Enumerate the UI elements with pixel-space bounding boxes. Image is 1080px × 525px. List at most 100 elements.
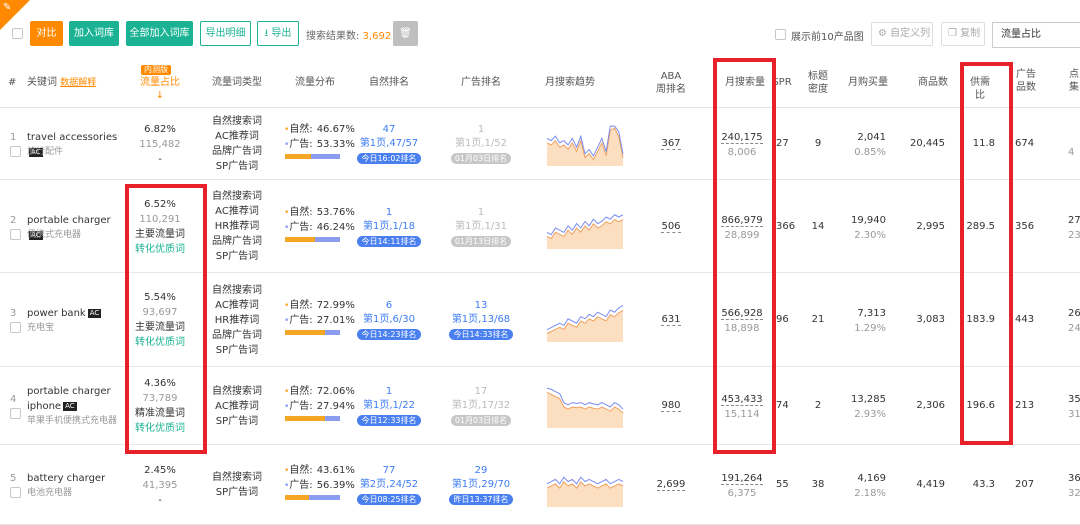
select-all-checkbox[interactable] xyxy=(12,28,23,39)
click-value-sub: 4 xyxy=(1068,147,1075,158)
monthly-trend-sparkline[interactable] xyxy=(545,120,625,168)
natural-rank-number[interactable]: 47 xyxy=(355,122,423,137)
copy-icon: ❐ xyxy=(948,28,957,39)
custom-columns-button[interactable]: ⚙ 自定义列 xyxy=(871,22,933,46)
header-ad-line2: 品数 xyxy=(1016,82,1036,93)
ad-rank-page: 第1页,1/31 xyxy=(455,220,507,232)
export-button[interactable]: ⭳ 导出 xyxy=(257,21,299,46)
title-density-value: 38 xyxy=(811,479,825,490)
ad-share: •广告: 46.24% xyxy=(284,220,355,236)
table-row[interactable]: 1 travel accessoriesAC 旅行配件 6.82% 115,482- 自然… xyxy=(0,108,1080,180)
row-checkbox[interactable] xyxy=(10,408,21,419)
monthly-search[interactable]: 191,264 xyxy=(718,471,766,486)
table-row[interactable]: 5 battery charger 电池充电器 2.45% 41,395 - 自然搜索词 SP… xyxy=(0,445,1080,525)
keyword-translation: 充电宝 xyxy=(27,323,55,333)
click-value: 27 xyxy=(1068,214,1080,226)
trend-area xyxy=(547,219,623,249)
row-checkbox[interactable] xyxy=(10,228,21,240)
ad-share: •广告: 56.39% xyxy=(284,478,355,494)
aba-rank-value: 2,699 xyxy=(656,479,686,491)
search-result-count: 搜索结果数: 3,692 xyxy=(306,27,391,42)
aba-rank[interactable]: 980 xyxy=(650,398,692,413)
ad-rank-number[interactable]: 17 xyxy=(446,384,516,399)
monthly-trend-sparkline[interactable] xyxy=(545,203,625,251)
header-monthly-trend: 月搜索趋势 xyxy=(545,77,595,88)
show-top10-checkbox[interactable] xyxy=(775,29,786,40)
header-traffic-type: 流量词类型 xyxy=(212,77,262,88)
ad-rank-page: 第1页,17/32 xyxy=(451,400,511,411)
copy-button[interactable]: ❐ 复制 xyxy=(941,22,985,46)
header-title-line2: 密度 xyxy=(808,84,828,95)
traffic-type-item: AC推荐词 xyxy=(215,299,259,311)
monthly-buy-value: 19,940 xyxy=(851,214,886,226)
spr-value: 366 xyxy=(776,220,796,232)
aba-rank[interactable]: 631 xyxy=(650,312,692,327)
aba-rank[interactable]: 2,699 xyxy=(650,477,692,492)
header-traffic-share[interactable]: 流量占比↓ xyxy=(137,76,183,102)
traffic-share-percent: 6.82% xyxy=(144,123,176,135)
ad-rank-time-pill: 01月13日排名 xyxy=(450,235,512,247)
natural-share: •自然: 72.06% xyxy=(284,384,355,400)
natural-rank-page: 第1页,47/57 xyxy=(359,138,419,149)
search-count-label: 搜索结果数: xyxy=(306,31,360,42)
monthly-buy-percent: 2.18% xyxy=(854,488,886,499)
natural-rank-number[interactable]: 6 xyxy=(355,298,423,313)
monthly-trend-sparkline[interactable] xyxy=(545,461,625,509)
title-density-value: 14 xyxy=(811,220,825,232)
ad-bar xyxy=(309,495,340,500)
natural-rank-page: 第1页,1/18 xyxy=(363,220,415,232)
aba-rank[interactable]: 506 xyxy=(650,219,692,234)
natural-share: •自然: 46.67% xyxy=(284,122,355,138)
monthly-buy-value: 7,313 xyxy=(857,308,886,319)
ad-rank-number[interactable]: 13 xyxy=(446,298,516,313)
natural-bar xyxy=(285,154,311,159)
traffic-type-item: 自然搜索词 xyxy=(212,116,262,127)
keyword[interactable]: power bank AC xyxy=(27,306,122,321)
natural-rank-number[interactable]: 77 xyxy=(355,463,423,478)
ad-rank-time: 今日14:33排名 xyxy=(446,327,516,342)
aba-rank[interactable]: 367 xyxy=(650,136,692,151)
header-title-density: 标题 密度 xyxy=(806,70,830,96)
monthly-trend-sparkline[interactable] xyxy=(545,382,625,430)
traffic-type-item: AC推荐词 xyxy=(215,400,259,412)
monthly-buy-percent: 2.30% xyxy=(854,229,886,241)
row-checkbox[interactable] xyxy=(10,146,21,157)
ad-rank-number[interactable]: 29 xyxy=(446,463,516,478)
keyword-text: battery charger xyxy=(27,473,106,484)
ad-rank-page: 第1页,29/70 xyxy=(451,479,511,490)
header-click: 点 集 xyxy=(1068,68,1080,94)
trash-button[interactable]: 🗑 xyxy=(393,21,418,46)
traffic-type-item: SP广告词 xyxy=(215,415,259,427)
natural-rank-number[interactable]: 1 xyxy=(355,205,423,220)
natural-rank-time-pill: 今日08:25排名 xyxy=(357,494,421,505)
ad-rank-time: 01月13日排名 xyxy=(446,234,516,249)
row-checkbox[interactable] xyxy=(10,487,21,498)
keyword[interactable]: battery charger xyxy=(27,471,122,486)
header-aba: ABA 周排名 xyxy=(655,70,687,96)
traffic-type-item: 品牌广告词 xyxy=(212,329,262,341)
add-to-library-button[interactable]: 加入词库 xyxy=(69,21,119,46)
row-index: 2 xyxy=(10,214,17,226)
ad-rank-number[interactable]: 1 xyxy=(446,122,516,137)
traffic-type-item: AC推荐词 xyxy=(215,206,259,217)
ad-percent: 53.33% xyxy=(316,139,355,150)
export-detail-button[interactable]: 导出明细 xyxy=(200,21,251,46)
sort-select[interactable]: 流量占比 xyxy=(992,22,1080,48)
row-checkbox[interactable] xyxy=(10,322,21,333)
data-explain-link[interactable]: 数据解释 xyxy=(60,78,96,88)
add-all-to-library-button[interactable]: 全部加入词库 xyxy=(126,21,193,46)
keyword[interactable]: portable charger iphone AC xyxy=(27,384,122,414)
ad-product-count: 207 xyxy=(1015,479,1035,490)
traffic-type-item: 自然搜索词 xyxy=(212,191,262,202)
header-ad-products: 广告 品数 xyxy=(1014,68,1038,94)
title-density-value: 2 xyxy=(814,400,822,411)
traffic-type-item: SP广告词 xyxy=(215,487,259,498)
header-click-line1: 点 xyxy=(1069,69,1079,80)
compare-button[interactable]: 对比 xyxy=(30,21,63,46)
natural-bar xyxy=(285,236,315,242)
ad-rank-number[interactable]: 1 xyxy=(446,205,516,220)
ad-product-count: 213 xyxy=(1015,400,1035,411)
keyword-text: portable charger xyxy=(27,214,111,226)
natural-rank-number[interactable]: 1 xyxy=(355,384,423,399)
monthly-trend-sparkline[interactable] xyxy=(545,296,625,344)
